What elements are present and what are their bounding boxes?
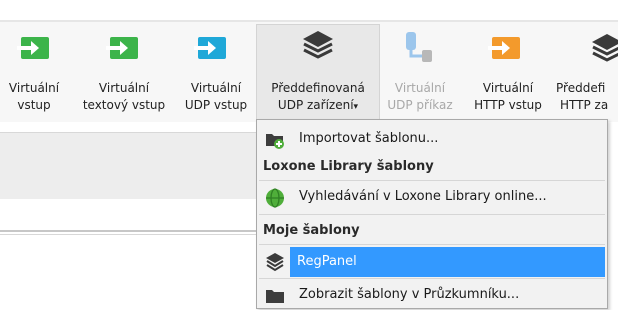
layers-icon (303, 31, 333, 59)
folder-add-icon (266, 134, 284, 149)
virtual-http-input-label-1: Virtuální (482, 81, 534, 95)
menu-separator (259, 214, 605, 215)
virtual-udp-input-label-1: Virtuální (190, 81, 242, 95)
command-icon (406, 32, 432, 62)
ribbon-divider (0, 20, 618, 22)
globe-icon (266, 188, 284, 208)
menu-item-show-in-explorer[interactable]: Zobrazit šablony v Průzkumníku... (259, 280, 605, 310)
ribbon-top-strip (0, 0, 618, 20)
virtual-text-input-label-1: Virtuální (98, 81, 150, 95)
show-in-explorer-label: Zobrazit šablony v Průzkumníku... (299, 287, 520, 302)
green-arrow-in-icon (106, 37, 138, 59)
cyan-arrow-in-icon (194, 37, 226, 59)
virtual-text-input-label-2: textový vstup (82, 98, 166, 112)
dropdown-caret-icon: ▾ (353, 102, 359, 112)
orange-arrow-in-icon (488, 37, 520, 59)
import-template-label: Importovat šablonu... (299, 131, 439, 146)
predefined-udp-devices-button[interactable]: Předdefinovaná UDP zařízení▾ (256, 24, 380, 122)
lower-panel-top (0, 122, 258, 132)
virtual-udp-command-label-2: UDP příkaz (387, 98, 453, 112)
virtual-http-input-label-2: HTTP vstup (474, 98, 542, 112)
virtual-udp-input-button[interactable]: Virtuální UDP vstup (176, 28, 256, 120)
virtual-text-input-button[interactable]: Virtuální textový vstup (74, 28, 174, 120)
predefined-http-devices-button[interactable]: Předdefi HTTP za (556, 28, 618, 120)
predefined-udp-label-2-text: UDP zařízení (277, 98, 354, 112)
predefined-http-label-1: Předdefi (556, 81, 606, 95)
virtual-udp-input-label-2: UDP vstup (184, 98, 248, 112)
folder-icon (266, 290, 284, 303)
templates-dropdown-menu: Importovat šablonu... Loxone Library šab… (256, 119, 608, 309)
virtual-input-button[interactable]: Virtuální vstup (0, 28, 74, 120)
search-library-online-label: Vyhledávání v Loxone Library online... (299, 189, 547, 204)
menu-separator (259, 180, 605, 181)
lower-panel-rule-thin (0, 234, 258, 235)
lower-panel-band (0, 132, 258, 200)
virtual-http-input-button[interactable]: Virtuální HTTP vstup (466, 28, 550, 120)
loxone-library-header: Loxone Library šablony (263, 159, 434, 174)
lower-panel-rule (0, 230, 258, 232)
layers-icon (266, 253, 284, 272)
lower-panel-body (0, 199, 258, 309)
my-templates-header: Moje šablony (263, 223, 360, 238)
virtual-udp-command-label-1: Virtuální (394, 81, 446, 95)
virtual-input-label-1: Virtuální (8, 81, 60, 95)
regpanel-label: RegPanel (297, 254, 357, 269)
virtual-udp-command-button[interactable]: Virtuální UDP příkaz (380, 28, 460, 120)
menu-item-regpanel[interactable]: RegPanel (290, 247, 605, 277)
predefined-udp-label-2: UDP zařízení▾ (257, 97, 379, 116)
layers-icon (592, 34, 618, 62)
predefined-http-label-2: HTTP za (560, 98, 609, 112)
menu-item-import-template[interactable]: Importovat šablonu... (259, 124, 605, 154)
menu-separator (259, 278, 605, 279)
menu-item-search-library-online[interactable]: Vyhledávání v Loxone Library online... (259, 182, 605, 212)
predefined-udp-label-1: Předdefinovaná (271, 81, 365, 95)
menu-separator (259, 244, 605, 245)
virtual-input-label-2: vstup (17, 98, 51, 112)
green-arrow-in-icon (17, 37, 49, 59)
